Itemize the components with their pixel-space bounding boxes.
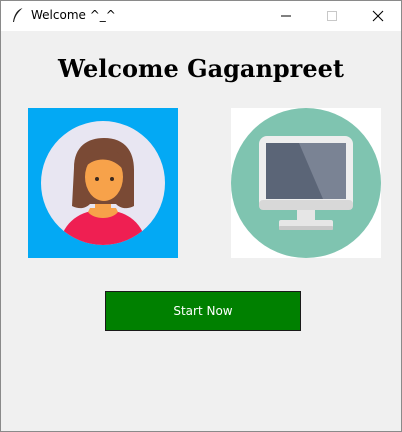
maximize-icon <box>326 10 338 22</box>
user-avatar-image <box>28 108 178 258</box>
feather-icon <box>11 7 25 24</box>
welcome-heading: Welcome Gaganpreet <box>58 54 344 83</box>
minimize-button[interactable] <box>263 1 309 31</box>
title-bar[interactable]: Welcome ^_^ <box>1 1 401 31</box>
window-title: Welcome ^_^ <box>31 8 116 22</box>
maximize-button[interactable] <box>309 1 355 31</box>
close-button[interactable] <box>355 1 401 31</box>
close-icon <box>372 10 384 22</box>
user-avatar-icon <box>41 121 165 245</box>
app-window: Welcome ^_^ Welcome Gaganpreet Start Now <box>0 0 402 432</box>
computer-monitor-icon <box>231 108 381 258</box>
computer-monitor-image <box>231 108 381 258</box>
minimize-icon <box>280 10 292 22</box>
start-now-button[interactable]: Start Now <box>105 291 301 331</box>
